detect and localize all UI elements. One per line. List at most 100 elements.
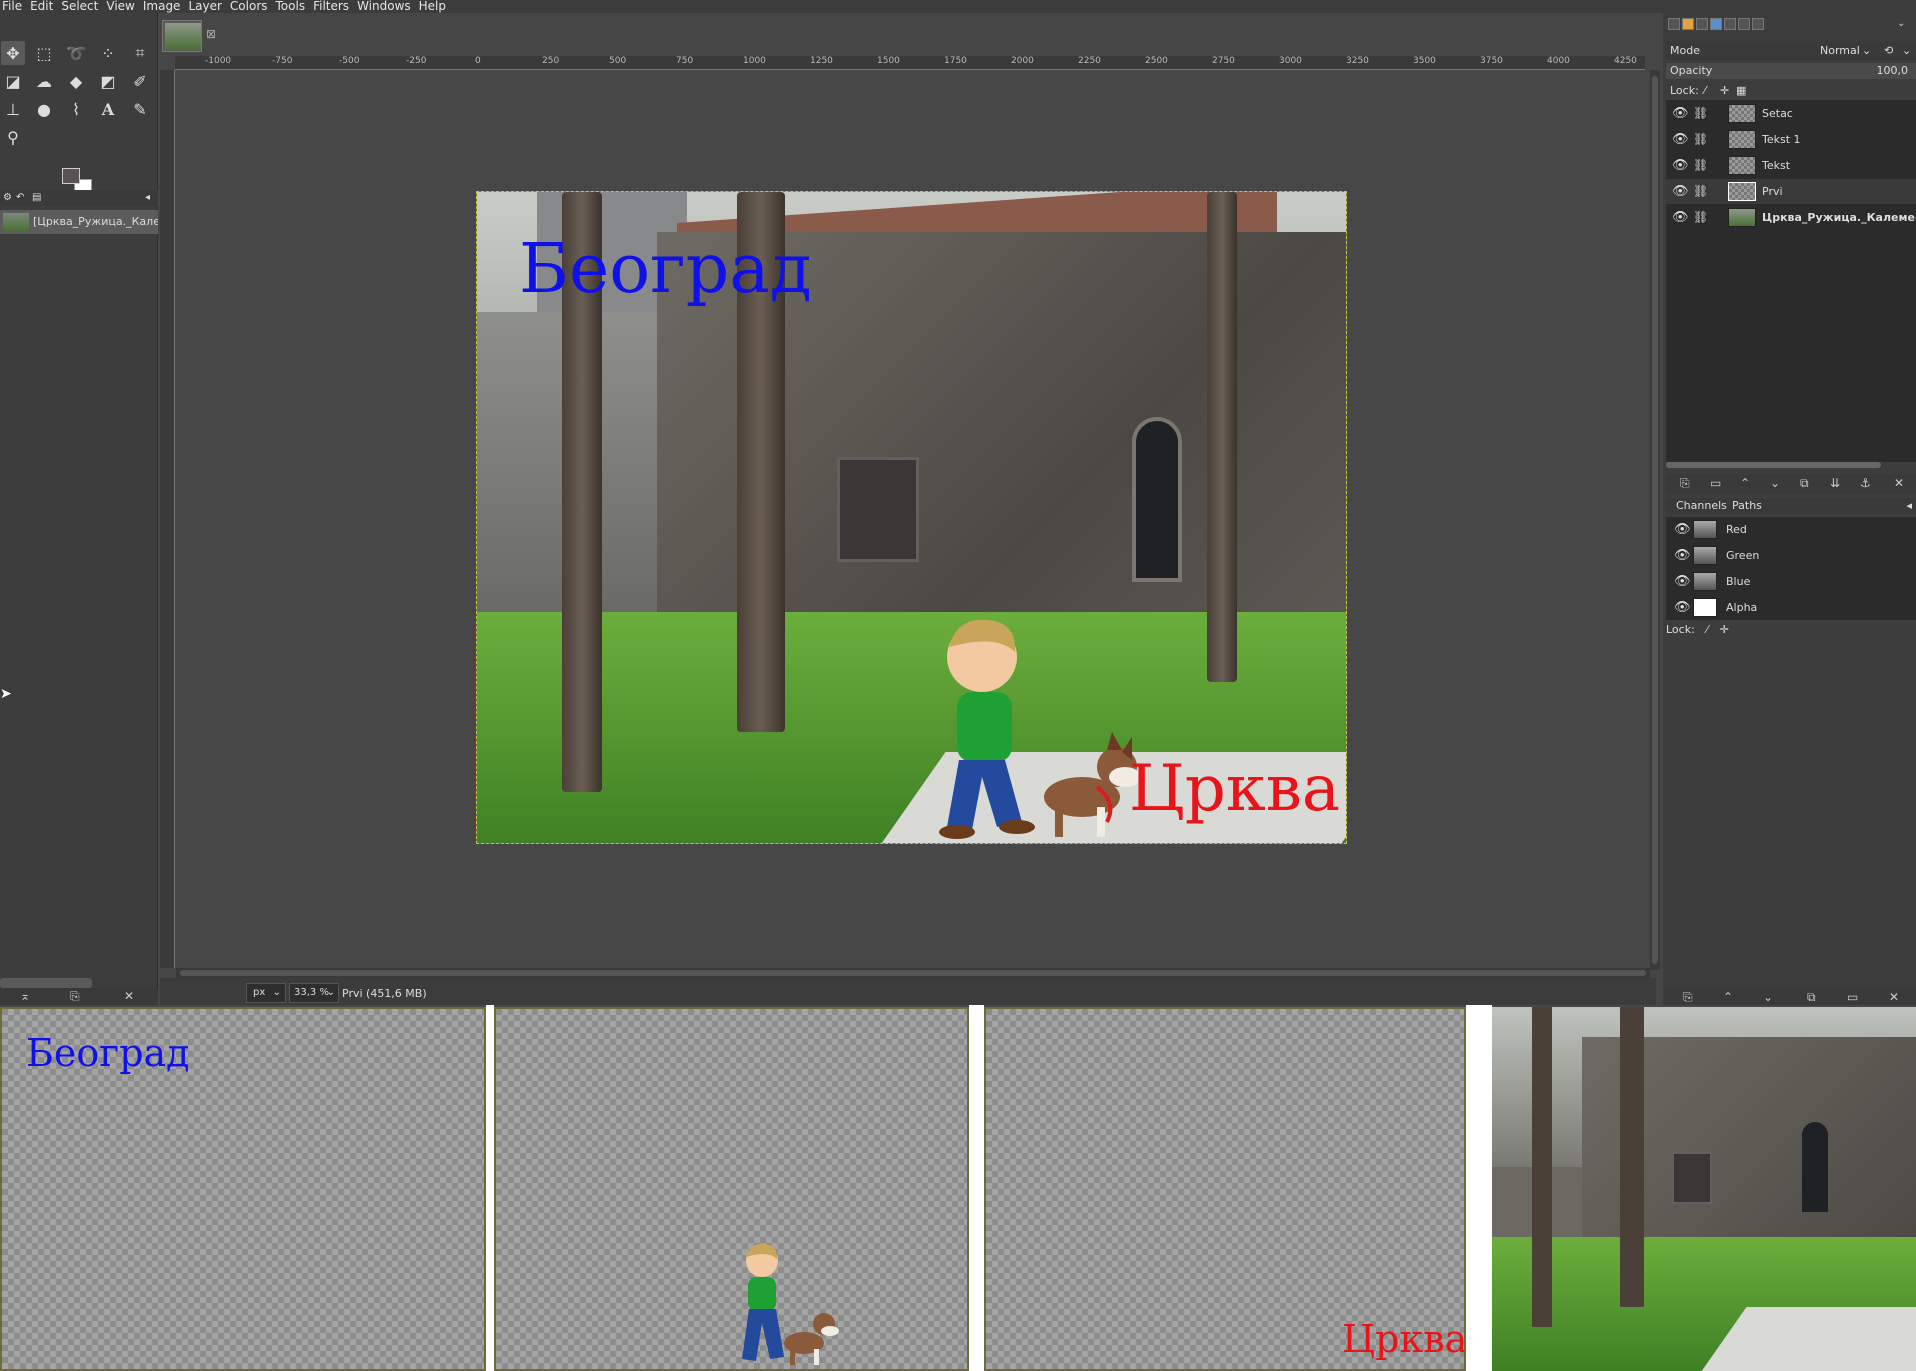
lasso-icon[interactable]: ➰ — [64, 41, 88, 65]
eye-icon[interactable]: 👁 — [1672, 101, 1689, 126]
raise-layer-icon[interactable]: ⌃ — [1740, 476, 1750, 490]
menu-select[interactable]: Select — [57, 0, 102, 13]
lock-position-icon[interactable]: ✛ — [1720, 623, 1729, 636]
layer-name[interactable]: Setac — [1762, 101, 1793, 126]
path-to-selection-icon[interactable]: ▭ — [1847, 990, 1858, 1004]
device-status-tab-icon[interactable] — [1682, 18, 1694, 30]
eye-icon[interactable]: 👁 — [1674, 595, 1691, 620]
menu-colors[interactable]: Colors — [226, 0, 272, 13]
gradient-icon[interactable]: ◩ — [96, 69, 120, 93]
scroll-thumb[interactable] — [180, 970, 1646, 976]
eye-icon[interactable]: 👁 — [1672, 127, 1689, 152]
eye-icon[interactable]: 👁 — [1672, 153, 1689, 178]
new-display-icon[interactable]: ⎘ — [70, 989, 80, 1004]
crop-icon[interactable]: ⌗ — [128, 41, 152, 65]
chain-icon[interactable]: ⛓ — [1693, 179, 1708, 204]
image-canvas[interactable]: Београд Црква — [476, 191, 1347, 844]
dock-menu-icon[interactable]: ◂ — [1906, 498, 1912, 514]
layer-name[interactable]: Црква_Ружица._Калемегд — [1762, 205, 1916, 230]
eye-icon[interactable]: 👁 — [1674, 569, 1691, 594]
eye-icon[interactable]: 👁 — [1674, 517, 1691, 542]
menu-help[interactable]: Help — [415, 0, 450, 13]
eye-icon[interactable]: 👁 — [1672, 179, 1689, 204]
tool-options-tab-icon[interactable] — [1668, 18, 1680, 30]
lower-layer-icon[interactable]: ⌄ — [1770, 476, 1780, 490]
brushes-tab-icon[interactable]: ⚙ — [3, 192, 12, 203]
delete-display-icon[interactable]: ✕ — [124, 989, 134, 1003]
toolbox-scrollbar[interactable] — [0, 978, 92, 988]
raise-display-icon[interactable]: ⌅ — [20, 989, 30, 1003]
undo-tab-icon[interactable]: ↶ — [16, 192, 24, 203]
chevron-down-icon[interactable]: ⌄ — [1902, 41, 1911, 60]
bucket-fill-icon[interactable]: ◆ — [64, 69, 88, 93]
channel-row[interactable]: 👁 Red — [1666, 517, 1916, 542]
smudge-icon[interactable]: ● — [32, 97, 56, 121]
lock-alpha-icon[interactable]: ▦ — [1736, 83, 1746, 99]
channel-row[interactable]: 👁 Blue — [1666, 569, 1916, 594]
menu-tools[interactable]: Tools — [272, 0, 310, 13]
menu-file[interactable]: File — [0, 0, 26, 13]
new-layer-icon[interactable]: ⎘ — [1680, 476, 1690, 491]
new-path-icon[interactable]: ⎘ — [1683, 990, 1693, 1005]
image-list-item[interactable]: [Црква_Ружица._Калем — [0, 210, 158, 234]
chain-icon[interactable]: ⛓ — [1693, 153, 1708, 178]
unit-select[interactable]: px ⌄ — [246, 983, 286, 1003]
menu-image[interactable]: Image — [139, 0, 185, 13]
patterns-tab-icon[interactable] — [1738, 18, 1750, 30]
dock-menu-icon[interactable]: ◂ — [145, 192, 150, 203]
close-icon[interactable]: ⊠ — [206, 27, 216, 41]
raise-path-icon[interactable]: ⌃ — [1723, 990, 1733, 1004]
menu-layer[interactable]: Layer — [184, 0, 225, 13]
images-tab-icon[interactable]: ▤ — [32, 192, 41, 203]
delete-path-icon[interactable]: ✕ — [1889, 990, 1899, 1004]
layer-row[interactable]: 👁 ⛓ Црква_Ружица._Калемегд — [1666, 205, 1916, 230]
text-icon[interactable]: A — [96, 97, 120, 121]
layers-scrollbar[interactable] — [1666, 462, 1881, 468]
clone-icon[interactable]: ⊥ — [1, 97, 25, 121]
new-layer-group-icon[interactable]: ▭ — [1710, 476, 1721, 490]
brushes-tab-icon[interactable] — [1724, 18, 1736, 30]
duplicate-path-icon[interactable]: ⧉ — [1807, 990, 1816, 1005]
chain-icon[interactable]: ⛓ — [1693, 127, 1708, 152]
layer-row[interactable]: 👁 ⛓ Tekst — [1666, 153, 1916, 178]
menu-filters[interactable]: Filters — [309, 0, 353, 13]
lock-pixels-icon[interactable]: ⁄ — [1704, 83, 1706, 99]
delete-layer-icon[interactable]: ✕ — [1894, 476, 1904, 490]
duplicate-layer-icon[interactable]: ⧉ — [1800, 476, 1809, 491]
move-icon[interactable]: ✥ — [1, 41, 25, 65]
chain-icon[interactable]: ⛓ — [1693, 205, 1708, 230]
opacity-value[interactable]: 100,0 — [1877, 63, 1909, 79]
lower-path-icon[interactable]: ⌄ — [1763, 990, 1773, 1004]
eraser-icon[interactable]: ✐ — [128, 69, 152, 93]
transform-icon[interactable]: ◪ — [1, 69, 25, 93]
zoom-icon[interactable]: ⚲ — [1, 125, 25, 149]
reset-icon[interactable]: ⟲ — [1884, 41, 1893, 60]
layer-row[interactable]: 👁 ⛓ Setac — [1666, 101, 1916, 126]
tab-paths[interactable]: Paths — [1732, 498, 1762, 514]
layer-name[interactable]: Tekst 1 — [1762, 127, 1801, 152]
color-picker-icon[interactable]: ✎ — [128, 97, 152, 121]
rect-select-icon[interactable]: ⬚ — [32, 41, 56, 65]
opacity-slider[interactable]: Opacity 100,0 — [1666, 63, 1916, 79]
menu-edit[interactable]: Edit — [26, 0, 57, 13]
paths-icon[interactable]: ⌇ — [64, 97, 88, 121]
layer-name[interactable]: Prvi — [1762, 179, 1783, 204]
document-history-tab-icon[interactable] — [1710, 18, 1722, 30]
lock-pixels-icon[interactable]: ⁄ — [1706, 623, 1708, 636]
lock-position-icon[interactable]: ✛ — [1720, 83, 1729, 99]
foreground-color-swatch[interactable] — [62, 168, 80, 184]
layer-row[interactable]: 👁 ⛓ Tekst 1 — [1666, 127, 1916, 152]
fuzzy-select-icon[interactable]: ⁘ — [96, 41, 120, 65]
channel-row[interactable]: 👁 Green — [1666, 543, 1916, 568]
fonts-tab-icon[interactable] — [1696, 18, 1708, 30]
vertical-scrollbar[interactable] — [1650, 70, 1660, 970]
chain-icon[interactable]: ⛓ — [1693, 101, 1708, 126]
vertical-ruler[interactable] — [160, 70, 175, 968]
gradients-tab-icon[interactable] — [1752, 18, 1764, 30]
tab-channels[interactable]: Channels — [1676, 498, 1727, 514]
channel-row[interactable]: 👁 Alpha — [1666, 595, 1916, 620]
menu-windows[interactable]: Windows — [353, 0, 415, 13]
menu-view[interactable]: View — [102, 0, 138, 13]
eye-icon[interactable]: 👁 — [1674, 543, 1691, 568]
dock-menu-icon[interactable]: ⌄ — [1897, 18, 1909, 30]
